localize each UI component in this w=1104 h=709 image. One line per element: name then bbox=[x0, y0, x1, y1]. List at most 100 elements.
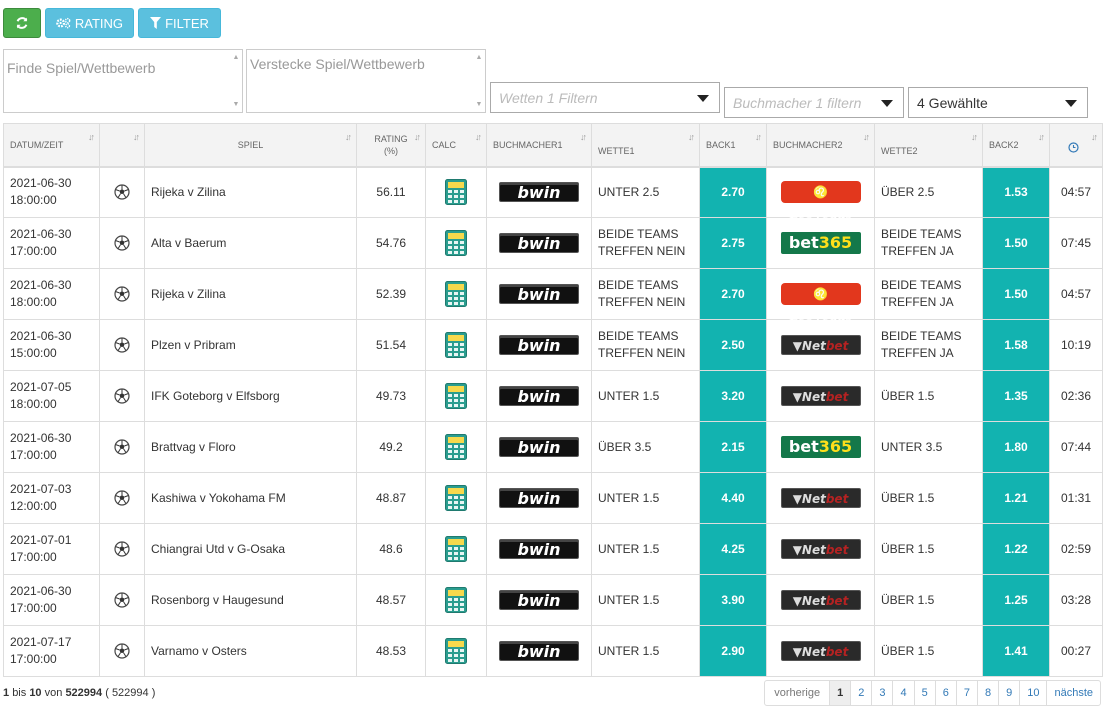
header-buchmacher1[interactable]: BUCHMACHER1 ↓↑ bbox=[486, 123, 592, 168]
sort-icon[interactable]: ↓↑ bbox=[133, 132, 140, 142]
header-back2[interactable]: BACK2 ↓↑ bbox=[982, 123, 1050, 168]
cell-calc[interactable] bbox=[425, 625, 487, 677]
sort-icon[interactable]: ↓↑ bbox=[345, 132, 352, 142]
cell-bookmaker2[interactable]: ▼Netbet bbox=[766, 319, 875, 371]
cell-calc[interactable] bbox=[425, 421, 487, 473]
cell-bookmaker1[interactable]: bwin bbox=[486, 319, 592, 371]
table-row[interactable]: 2021-06-30 18:00:00 Rijeka v Zilina 52.39… bbox=[3, 268, 1103, 323]
cell-game[interactable]: Varnamo v Osters bbox=[144, 625, 357, 677]
page-button[interactable]: 7 bbox=[955, 681, 977, 705]
sort-icon[interactable]: ↓↑ bbox=[475, 132, 482, 142]
cell-back1[interactable]: 3.20 bbox=[699, 370, 767, 422]
table-row[interactable]: 2021-06-30 17:00:00 Alta v Baerum 54.76 b… bbox=[3, 217, 1103, 269]
page-button[interactable]: 9 bbox=[998, 681, 1019, 705]
cell-back2[interactable]: 1.58 bbox=[982, 319, 1050, 371]
cell-back1[interactable]: 2.70 bbox=[699, 166, 767, 218]
header-time[interactable]: ↓↑ bbox=[1049, 123, 1103, 168]
header-back1[interactable]: BACK1 ↓↑ bbox=[699, 123, 767, 168]
cell-calc[interactable] bbox=[425, 574, 487, 626]
cell-bookmaker2[interactable]: ▼Netbet bbox=[766, 523, 875, 575]
cell-back1[interactable]: 4.25 bbox=[699, 523, 767, 575]
header-rating[interactable]: RATING (%) ↓↑ bbox=[356, 123, 426, 168]
page-button[interactable]: 3 bbox=[871, 681, 892, 705]
prev-page-button[interactable]: vorherige bbox=[765, 681, 829, 705]
header-datum[interactable]: DATUM/ZEIT ↓↑ bbox=[3, 123, 100, 168]
cell-bookmaker2[interactable]: ▼Netbet bbox=[766, 472, 875, 524]
cell-back1[interactable]: 2.15 bbox=[699, 421, 767, 473]
cell-calc[interactable] bbox=[425, 268, 487, 320]
page-button[interactable]: 6 bbox=[934, 681, 956, 705]
cell-calc[interactable] bbox=[425, 319, 487, 371]
selection-dropdown[interactable]: 4 Gewählte bbox=[908, 87, 1088, 118]
cell-bookmaker2[interactable]: ▼Netbet bbox=[766, 625, 875, 677]
page-button[interactable]: 1 bbox=[829, 681, 851, 705]
cell-back1[interactable]: 2.90 bbox=[699, 625, 767, 677]
cell-back2[interactable]: 1.41 bbox=[982, 625, 1050, 677]
cell-game[interactable]: Rijeka v Zilina bbox=[144, 166, 357, 218]
cell-game[interactable]: Alta v Baerum bbox=[144, 217, 357, 269]
cell-back2[interactable]: 1.50 bbox=[982, 217, 1050, 269]
next-page-button[interactable]: nächste bbox=[1046, 681, 1100, 705]
filter-button[interactable]: FILTER bbox=[138, 8, 221, 38]
header-spiel[interactable]: SPIEL ↓↑ bbox=[144, 123, 357, 168]
cell-game[interactable]: Chiangrai Utd v G-Osaka bbox=[144, 523, 357, 575]
sort-icon[interactable]: ↓↑ bbox=[863, 132, 870, 142]
hide-game-input[interactable]: Verstecke Spiel/Wettbewerb ▲ ▼ bbox=[246, 49, 486, 113]
sort-icon[interactable]: ↓↑ bbox=[755, 132, 762, 142]
find-game-input[interactable]: Finde Spiel/Wettbewerb ▲ ▼ bbox=[3, 49, 243, 113]
cell-bookmaker1[interactable]: bwin bbox=[486, 421, 592, 473]
cell-bookmaker2[interactable]: ▼Netbet bbox=[766, 370, 875, 422]
header-wette1[interactable]: WETTE1 ↓↑ bbox=[591, 123, 700, 168]
cell-back2[interactable]: 1.53 bbox=[982, 166, 1050, 218]
header-buchmacher2[interactable]: BUCHMACHER2 ↓↑ bbox=[766, 123, 875, 168]
sort-icon[interactable]: ↓↑ bbox=[1038, 132, 1045, 142]
table-row[interactable]: 2021-06-30 15:00:00 Plzen v Pribram 51.54… bbox=[3, 319, 1103, 371]
bets-filter-select[interactable]: Wetten 1 Filtern bbox=[490, 82, 720, 113]
cell-bookmaker1[interactable]: bwin bbox=[486, 217, 592, 269]
page-button[interactable]: 10 bbox=[1019, 681, 1046, 705]
cell-back2[interactable]: 1.22 bbox=[982, 523, 1050, 575]
cell-back1[interactable]: 2.75 bbox=[699, 217, 767, 269]
table-row[interactable]: 2021-06-30 17:00:00 Brattvag v Floro 49.2… bbox=[3, 421, 1103, 473]
cell-bookmaker1[interactable]: bwin bbox=[486, 370, 592, 422]
cell-bookmaker2[interactable]: ♌ LeoVegas bbox=[766, 166, 875, 221]
table-row[interactable]: 2021-06-30 18:00:00 Rijeka v Zilina 56.11… bbox=[3, 166, 1103, 221]
cell-calc[interactable] bbox=[425, 523, 487, 575]
cell-bookmaker1[interactable]: bwin bbox=[486, 625, 592, 677]
sort-icon[interactable]: ↓↑ bbox=[580, 132, 587, 142]
cell-calc[interactable] bbox=[425, 370, 487, 422]
cell-bookmaker2[interactable]: ▼Netbet bbox=[766, 574, 875, 626]
page-button[interactable]: 8 bbox=[976, 681, 998, 705]
page-button[interactable]: 2 bbox=[850, 681, 871, 705]
page-button[interactable]: 4 bbox=[892, 681, 913, 705]
cell-back1[interactable]: 3.90 bbox=[699, 574, 767, 626]
table-row[interactable]: 2021-07-03 12:00:00 Kashiwa v Yokohama FM… bbox=[3, 472, 1103, 524]
header-sport[interactable]: ↓↑ bbox=[99, 123, 145, 168]
cell-back1[interactable]: 2.70 bbox=[699, 268, 767, 320]
sort-icon[interactable]: ↓↑ bbox=[971, 132, 978, 142]
header-wette2[interactable]: WETTE2 ↓↑ bbox=[874, 123, 983, 168]
cell-game[interactable]: Plzen v Pribram bbox=[144, 319, 357, 371]
sort-icon[interactable]: ↓↑ bbox=[88, 132, 95, 142]
page-button[interactable]: 5 bbox=[913, 681, 935, 705]
cell-bookmaker1[interactable]: bwin bbox=[486, 268, 592, 320]
hide-game-scrollbar[interactable]: ▲ ▼ bbox=[475, 54, 483, 108]
cell-back2[interactable]: 1.35 bbox=[982, 370, 1050, 422]
cell-bookmaker1[interactable]: bwin bbox=[486, 523, 592, 575]
bookmaker-filter-select[interactable]: Buchmacher 1 filtern bbox=[724, 87, 904, 118]
table-row[interactable]: 2021-06-30 17:00:00 Rosenborg v Haugesund… bbox=[3, 574, 1103, 626]
cell-back1[interactable]: 4.40 bbox=[699, 472, 767, 524]
cell-game[interactable]: Brattvag v Floro bbox=[144, 421, 357, 473]
cell-game[interactable]: Rijeka v Zilina bbox=[144, 268, 357, 320]
cell-back2[interactable]: 1.80 bbox=[982, 421, 1050, 473]
cell-game[interactable]: Rosenborg v Haugesund bbox=[144, 574, 357, 626]
cell-back2[interactable]: 1.25 bbox=[982, 574, 1050, 626]
cell-game[interactable]: IFK Goteborg v Elfsborg bbox=[144, 370, 357, 422]
cell-bookmaker1[interactable]: bwin bbox=[486, 574, 592, 626]
cell-calc[interactable] bbox=[425, 166, 487, 218]
find-game-scrollbar[interactable]: ▲ ▼ bbox=[232, 54, 240, 108]
cell-bookmaker2[interactable]: bet365 bbox=[766, 217, 875, 269]
sort-icon[interactable]: ↓↑ bbox=[414, 132, 421, 142]
cell-back2[interactable]: 1.21 bbox=[982, 472, 1050, 524]
table-row[interactable]: 2021-07-01 17:00:00 Chiangrai Utd v G-Osa… bbox=[3, 523, 1103, 575]
